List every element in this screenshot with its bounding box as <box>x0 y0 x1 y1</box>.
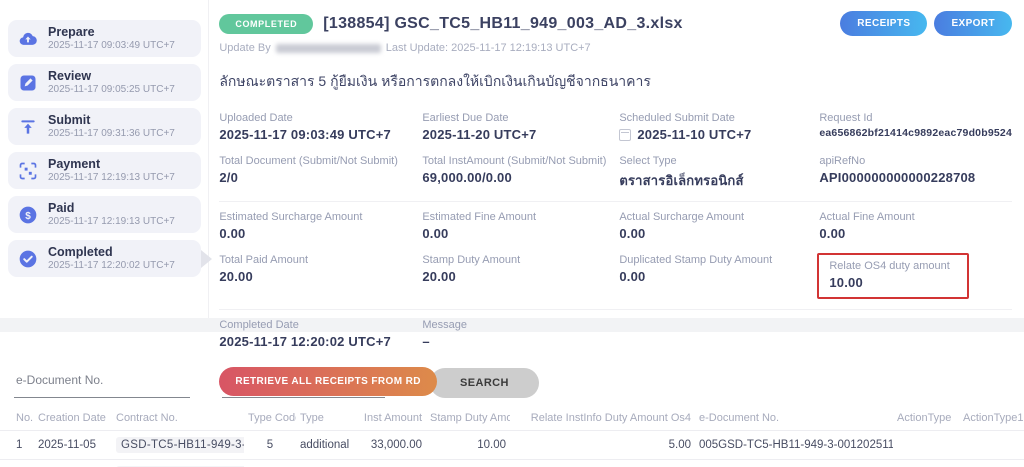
update-by-redacted <box>275 43 381 53</box>
field-earliest-due-date: Earliest Due Date 2025-11-20 UTC+7 <box>422 112 537 142</box>
grid-divider <box>219 201 1012 202</box>
svg-text:$: $ <box>25 210 31 221</box>
step-label: Completed <box>48 244 113 259</box>
col-actiontype1: ActionType1 <box>963 412 1024 424</box>
step-payment[interactable]: Payment 2025-11-17 12:19:13 UTC+7 <box>8 152 202 189</box>
detail-section: Prepare 2025-11-17 09:03:49 UTC+7 Review… <box>0 0 1024 396</box>
last-update-text: Last Update: 2025-11-17 12:19:13 UTC+7 <box>385 42 591 54</box>
page-title: [138854] GSC_TC5_HB11_949_003_AD_3.xlsx <box>323 14 683 32</box>
field-duplicated-stamp-duty: Duplicated Stamp Duty Amount 0.00 <box>619 254 773 284</box>
header-row: COMPLETED [138854] GSC_TC5_HB11_949_003_… <box>219 11 1012 36</box>
step-timestamp: 2025-11-17 12:19:13 UTC+7 <box>48 216 175 228</box>
step-label: Submit <box>48 112 91 127</box>
step-completed[interactable]: Completed 2025-11-17 12:20:02 UTC+7 <box>8 240 213 277</box>
step-label: Paid <box>48 200 75 215</box>
col-contract-no: Contract No. <box>116 412 178 424</box>
field-message: Message – <box>422 319 467 349</box>
step-prepare[interactable]: Prepare 2025-11-17 09:03:49 UTC+7 <box>8 20 202 57</box>
step-label: Payment <box>48 156 101 171</box>
qr-scan-icon <box>18 161 38 181</box>
field-estimated-fine: Estimated Fine Amount 0.00 <box>422 211 537 241</box>
upload-tray-icon <box>18 117 38 137</box>
field-estimated-surcharge: Estimated Surcharge Amount 0.00 <box>219 211 363 241</box>
review-pen-icon <box>18 73 38 93</box>
col-type: Type <box>300 412 324 424</box>
col-inst-amount: Inst Amount <box>363 412 422 424</box>
step-timestamp: 2025-11-17 09:03:49 UTC+7 <box>48 40 175 52</box>
step-timestamp: 2025-11-17 09:31:36 UTC+7 <box>48 128 175 140</box>
field-api-ref-no: apiRefNo API000000000000228708 <box>819 155 976 185</box>
field-total-document: Total Document (Submit/Not Submit) 2/0 <box>219 155 398 185</box>
step-paid[interactable]: $ Paid 2025-11-17 12:19:13 UTC+7 <box>8 196 202 233</box>
retrieve-receipts-button[interactable]: RETRIEVE ALL RECEIPTS FROM RD <box>219 367 437 396</box>
col-edocument-no: e-Document No. <box>699 412 780 424</box>
col-type-code: Type Code <box>248 412 296 424</box>
dollar-circle-icon: $ <box>18 205 38 225</box>
receipts-button[interactable]: RECEIPTS <box>840 11 928 36</box>
step-label: Review <box>48 68 92 83</box>
col-no: No. <box>16 412 34 424</box>
field-stamp-duty: Stamp Duty Amount 20.00 <box>422 254 521 284</box>
cloud-upload-icon <box>18 29 38 49</box>
update-by-label: Update By <box>219 42 271 54</box>
field-request-id: Request Id ea656862bf21414c9892eac79d0b9… <box>819 112 1012 139</box>
field-total-instamount: Total InstAmount (Submit/Not Submit) 69,… <box>422 155 607 185</box>
field-grid: Uploaded Date 2025-11-17 09:03:49 UTC+7 … <box>219 106 1012 356</box>
field-relate-os4-duty: Relate OS4 duty amount 10.00 <box>817 248 1012 306</box>
col-actiontype: ActionType <box>897 412 952 424</box>
instrument-description: ลักษณะตราสาร 5 กู้ยืมเงิน หรือการตกลงให้… <box>219 73 651 89</box>
relate-os4-highlight-box: Relate OS4 duty amount 10.00 <box>817 253 970 299</box>
workflow-sidebar: Prepare 2025-11-17 09:03:49 UTC+7 Review… <box>0 0 213 318</box>
edocument-no-input[interactable] <box>14 367 190 398</box>
field-completed-date: Completed Date 2025-11-17 12:20:02 UTC+7 <box>219 319 391 349</box>
export-button[interactable]: EXPORT <box>934 11 1012 36</box>
documents-table-wrap: No. Creation Date Contract No. Type Code… <box>0 406 1024 467</box>
table-row[interactable]: 2 2025-11-05 GSD-TC5-HB11-949-3-002 5 ad… <box>0 459 1024 467</box>
table-row[interactable]: 1 2025-11-05 GSD-TC5-HB11-949-3-001 5 ad… <box>0 430 1024 460</box>
documents-table: No. Creation Date Contract No. Type Code… <box>0 406 1024 467</box>
col-creation-date: Creation Date <box>38 412 106 424</box>
status-badge: COMPLETED <box>219 13 314 34</box>
step-timestamp: 2025-11-17 12:19:13 UTC+7 <box>48 172 175 184</box>
table-header-row: No. Creation Date Contract No. Type Code… <box>0 406 1024 431</box>
step-timestamp: 2025-11-17 09:05:25 UTC+7 <box>48 84 175 96</box>
step-submit[interactable]: Submit 2025-11-17 09:31:36 UTC+7 <box>8 108 202 145</box>
document-detail-panel: COMPLETED [138854] GSC_TC5_HB11_949_003_… <box>209 0 1024 396</box>
step-label: Prepare <box>48 24 95 39</box>
update-info: Update By Last Update: 2025-11-17 12:19:… <box>219 42 1012 54</box>
col-stamp-duty-amount: Stamp Duty Amount <box>430 412 510 424</box>
calendar-icon <box>619 128 632 141</box>
field-actual-surcharge: Actual Surcharge Amount 0.00 <box>619 211 745 241</box>
field-scheduled-submit-date: Scheduled Submit Date 2025-11-10 UTC+7 <box>619 112 752 142</box>
check-circle-icon <box>18 249 38 269</box>
field-total-paid: Total Paid Amount 20.00 <box>219 254 309 284</box>
col-relate-instinfo-os4: Relate InstInfo Duty Amount Os4 <box>530 412 691 424</box>
field-select-type: Select Type ตราสารอิเล็กทรอนิกส์ <box>619 155 744 188</box>
step-review[interactable]: Review 2025-11-17 09:05:25 UTC+7 <box>8 64 202 101</box>
contract-no-value: GSD-TC5-HB11-949-3-001 <box>116 437 244 453</box>
grid-divider <box>219 309 1012 310</box>
step-timestamp: 2025-11-17 12:20:02 UTC+7 <box>48 260 175 272</box>
field-uploaded-date: Uploaded Date 2025-11-17 09:03:49 UTC+7 <box>219 112 391 142</box>
field-actual-fine: Actual Fine Amount 0.00 <box>819 211 915 241</box>
